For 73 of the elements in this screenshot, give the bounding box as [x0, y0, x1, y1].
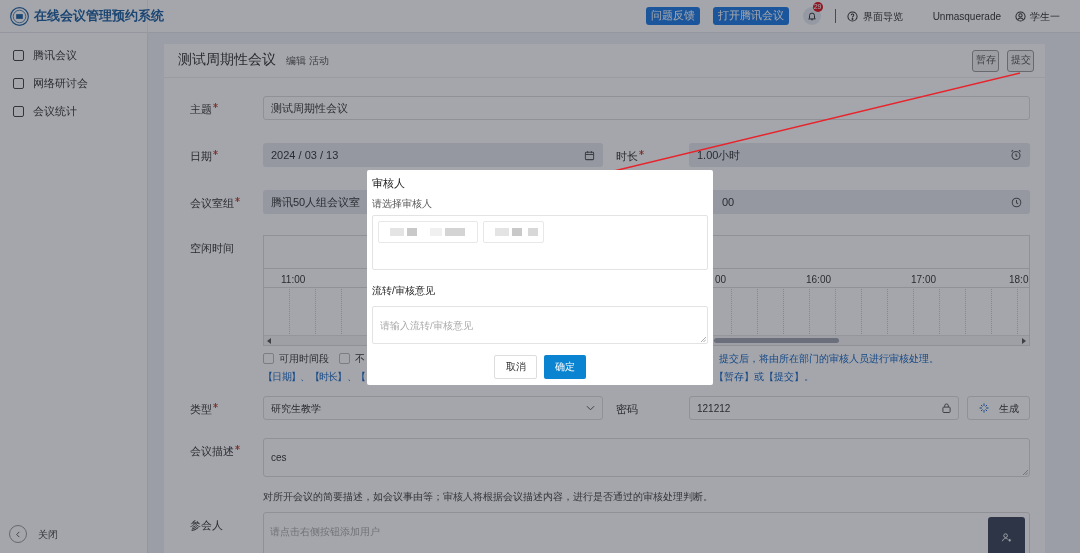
page-title: 测试周期性会议 [178, 51, 276, 70]
page-subtitle: 编辑 活动 [286, 54, 329, 68]
sidebar-item[interactable]: 网络研讨会 [0, 71, 147, 95]
resize-handle-icon[interactable] [701, 337, 706, 342]
collapse-label[interactable]: 关闭 [38, 526, 58, 542]
alarm-clock-icon [1010, 149, 1022, 161]
opinion-label: 流转/审核意见 [372, 284, 436, 298]
user-icon [1015, 10, 1026, 22]
redacted-reviewer-chip[interactable] [483, 221, 544, 243]
guide-link[interactable]: 界面导览 [862, 8, 903, 24]
reviewer-hint: 请选择审核人 [372, 197, 433, 211]
calendar-icon [584, 149, 595, 161]
hour-label: 11:00 [281, 273, 306, 287]
hour-label: 18:0 [1009, 273, 1029, 287]
reviewer-select-box[interactable] [372, 215, 708, 270]
scroll-left-icon[interactable] [267, 338, 272, 344]
cancel-button[interactable]: 取消 [494, 355, 537, 379]
notice-text: 【日期】、【时长】、【 [263, 369, 366, 384]
subject-input[interactable]: 测试周期性会议 [263, 96, 1030, 120]
field-label: 主题 [190, 102, 212, 117]
account-name: Unmasquerade [932, 9, 1001, 24]
hour-label: 00 [715, 273, 727, 287]
lock-icon [942, 403, 951, 413]
date-input[interactable]: 2024 / 03 / 13 [263, 143, 603, 167]
app-title: 在线会议管理预约系统 [34, 7, 164, 25]
chevron-down-icon [586, 405, 595, 411]
square-icon [13, 77, 24, 89]
sidebar-item[interactable]: 会议统计 [0, 99, 147, 123]
legend-label: 不 [355, 351, 365, 366]
scrollbar-thumb[interactable] [714, 338, 839, 343]
header-button[interactable]: 问题反馈 [645, 7, 700, 25]
sidebar-item[interactable]: 腾讯会议 [0, 43, 147, 67]
chevron-left-icon [15, 530, 21, 538]
field-label: 密码 [616, 402, 638, 417]
hour-label: 16:00 [806, 273, 832, 287]
field-label: 时长 [616, 149, 638, 164]
notification-button[interactable] [802, 7, 821, 25]
field-label: 日期 [190, 149, 212, 164]
scroll-right-icon[interactable] [1021, 338, 1026, 344]
generate-button[interactable]: 生成 [967, 396, 1030, 420]
square-icon [13, 105, 24, 117]
hour-label: 17:00 [911, 273, 937, 287]
hint-text: 对所开会议的简要描述，如会议事由等；审核人将根据会议描述内容，进行是否通过的审核处理判断。 [263, 491, 713, 502]
help-icon [846, 10, 858, 22]
seal-logo-icon [10, 6, 29, 26]
square-icon [13, 49, 24, 61]
description-textarea[interactable]: ces [263, 438, 1030, 477]
legend-checkbox[interactable] [263, 352, 274, 364]
user-name[interactable]: 学生一 [1030, 8, 1060, 24]
clock-icon [1011, 196, 1022, 208]
field-label: 会议室组 [190, 196, 234, 211]
confirm-button[interactable]: 确定 [544, 355, 586, 379]
dialog-title: 审核人 [372, 176, 406, 190]
notice-text: 提交后，将由所在部门的审核人员进行审核处理。 [719, 351, 939, 366]
legend-checkbox[interactable] [339, 352, 350, 364]
add-user-button[interactable] [988, 517, 1025, 553]
resize-handle-icon[interactable] [1023, 470, 1028, 475]
field-label: 类型 [190, 402, 212, 417]
field-label: 参会人 [190, 518, 223, 533]
legend-label: 可用时间段 [279, 351, 329, 366]
header-button[interactable]: 打开腾讯会议 [712, 7, 789, 25]
action-button[interactable]: 提交 [1007, 49, 1034, 72]
field-label: 空闲时间 [190, 241, 234, 256]
action-button[interactable]: 暂存 [972, 49, 999, 72]
field-label: 会议描述 [190, 444, 234, 459]
notice-text: 【暂存】或【提交】。 [714, 369, 815, 384]
duration-input[interactable]: 1.00小时 [689, 143, 1030, 167]
password-input[interactable]: 121212 [689, 396, 959, 420]
redacted-reviewer-chip[interactable] [378, 221, 478, 243]
bell-icon [806, 11, 817, 21]
type-select[interactable]: 研究生教学 [263, 396, 603, 420]
add-user-icon [1001, 531, 1012, 543]
sparkle-icon [978, 403, 989, 413]
